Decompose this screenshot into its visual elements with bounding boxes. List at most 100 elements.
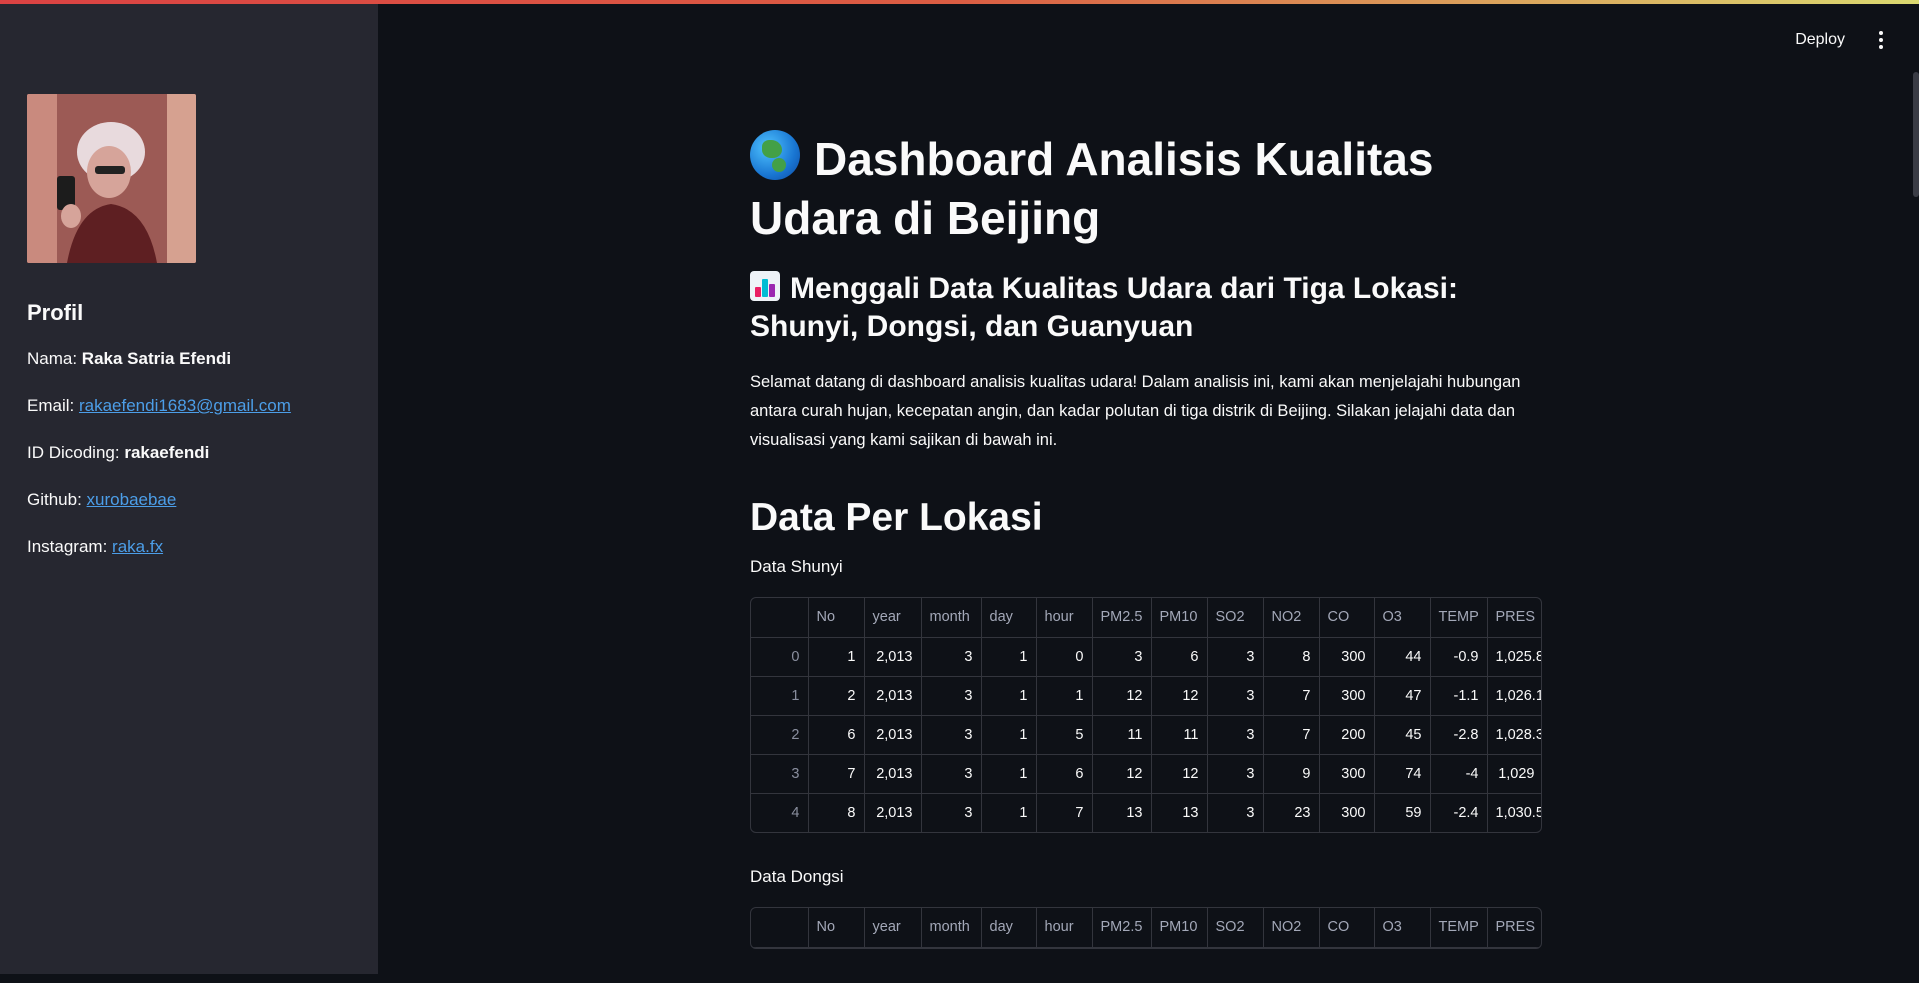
- table-cell[interactable]: 1: [1036, 676, 1093, 716]
- table-row[interactable]: 1 2 2,013 3 1 1 12 12 3 7 300 47 -1.1 1,026.1: [751, 676, 1541, 716]
- table-cell[interactable]: 12: [1092, 754, 1152, 794]
- table-cell[interactable]: 6: [1151, 637, 1208, 677]
- column-header[interactable]: day: [981, 908, 1037, 948]
- column-header[interactable]: PRES: [1487, 908, 1541, 948]
- column-header[interactable]: SO2: [1207, 598, 1264, 638]
- column-header[interactable]: O3: [1374, 908, 1431, 948]
- column-header[interactable]: month: [921, 908, 982, 948]
- table-cell[interactable]: 11: [1151, 715, 1208, 755]
- table-cell[interactable]: 3: [921, 637, 982, 677]
- table-cell[interactable]: 8: [1263, 637, 1320, 677]
- column-header[interactable]: CO: [1319, 908, 1375, 948]
- table-cell[interactable]: 23: [1263, 793, 1320, 832]
- table-cell[interactable]: 13: [1092, 793, 1152, 832]
- table-cell[interactable]: 7: [1263, 715, 1320, 755]
- column-header[interactable]: PRES: [1487, 598, 1541, 638]
- table-cell[interactable]: 1: [981, 637, 1037, 677]
- table-row[interactable]: 4 8 2,013 3 1 7 13 13 3 23 300 59 -2.4 1,030.5: [751, 793, 1541, 832]
- table-cell[interactable]: 12: [1151, 676, 1208, 716]
- table-row[interactable]: 3 7 2,013 3 1 6 12 12 3 9 300 74 -4 1,029: [751, 754, 1541, 794]
- table-cell[interactable]: 8: [808, 793, 865, 832]
- column-header[interactable]: PM10: [1151, 598, 1208, 638]
- table-cell[interactable]: 9: [1263, 754, 1320, 794]
- table-cell[interactable]: 1: [981, 793, 1037, 832]
- data-table-shunyi[interactable]: No year month day hour PM2.5 PM10 SO2 NO2 CO O3 TEM…: [750, 597, 1542, 833]
- table-cell[interactable]: 3: [1207, 637, 1264, 677]
- table-cell[interactable]: 1,025.8: [1487, 637, 1541, 677]
- column-header[interactable]: month: [921, 598, 982, 638]
- table-cell[interactable]: 74: [1374, 754, 1431, 794]
- profile-github-link[interactable]: xurobaebae: [87, 490, 177, 509]
- table-cell[interactable]: 3: [921, 676, 982, 716]
- table-cell[interactable]: 13: [1151, 793, 1208, 832]
- table-cell[interactable]: 1,026.1: [1487, 676, 1541, 716]
- table-cell[interactable]: -2.8: [1430, 715, 1488, 755]
- table-row[interactable]: 0 1 2,013 3 1 0 3 6 3 8 300 44 -0.9 1,025.8: [751, 637, 1541, 677]
- column-header[interactable]: day: [981, 598, 1037, 638]
- table-cell[interactable]: 1: [981, 715, 1037, 755]
- table-cell[interactable]: 2,013: [864, 676, 922, 716]
- column-header[interactable]: TEMP: [1430, 598, 1488, 638]
- table-cell[interactable]: 1: [981, 676, 1037, 716]
- table-cell[interactable]: -2.4: [1430, 793, 1488, 832]
- table-row[interactable]: 2 6 2,013 3 1 5 11 11 3 7 200 45 -2.8 1,028.3: [751, 715, 1541, 755]
- table-cell[interactable]: 1,029: [1487, 754, 1541, 794]
- table-cell[interactable]: 2: [808, 676, 865, 716]
- row-index[interactable]: 0: [751, 637, 809, 677]
- table-cell[interactable]: -4: [1430, 754, 1488, 794]
- table-cell[interactable]: 7: [808, 754, 865, 794]
- table-cell[interactable]: 3: [1207, 754, 1264, 794]
- table-cell[interactable]: 1,028.3: [1487, 715, 1541, 755]
- column-header[interactable]: PM2.5: [1092, 908, 1152, 948]
- table-cell[interactable]: 3: [921, 754, 982, 794]
- profile-instagram-link[interactable]: raka.fx: [112, 537, 163, 556]
- column-header[interactable]: CO: [1319, 598, 1375, 638]
- table-cell[interactable]: 12: [1092, 676, 1152, 716]
- table-cell[interactable]: 5: [1036, 715, 1093, 755]
- table-cell[interactable]: 0: [1036, 637, 1093, 677]
- table-cell[interactable]: 2,013: [864, 715, 922, 755]
- table-cell[interactable]: 3: [1207, 793, 1264, 832]
- data-table-dongsi[interactable]: No year month day hour PM2.5 PM10 SO2 NO2 CO O3 TEM…: [750, 907, 1542, 949]
- row-index[interactable]: 1: [751, 676, 809, 716]
- table-cell[interactable]: 7: [1036, 793, 1093, 832]
- table-cell[interactable]: 300: [1319, 754, 1375, 794]
- table-cell[interactable]: 300: [1319, 793, 1375, 832]
- row-index[interactable]: 2: [751, 715, 809, 755]
- deploy-button[interactable]: Deploy: [1795, 31, 1845, 49]
- column-header[interactable]: SO2: [1207, 908, 1264, 948]
- column-header[interactable]: year: [864, 908, 922, 948]
- column-header[interactable]: NO2: [1263, 908, 1320, 948]
- column-header[interactable]: [751, 598, 809, 638]
- table-cell[interactable]: 2,013: [864, 793, 922, 832]
- column-header[interactable]: O3: [1374, 598, 1431, 638]
- table-cell[interactable]: 59: [1374, 793, 1431, 832]
- table-cell[interactable]: -1.1: [1430, 676, 1488, 716]
- table-cell[interactable]: 12: [1151, 754, 1208, 794]
- table-cell[interactable]: 2,013: [864, 754, 922, 794]
- table-cell[interactable]: 1: [981, 754, 1037, 794]
- row-index[interactable]: 4: [751, 793, 809, 832]
- column-header[interactable]: TEMP: [1430, 908, 1488, 948]
- main-scrollbar[interactable]: [1913, 72, 1919, 197]
- table-cell[interactable]: 3: [1092, 637, 1152, 677]
- table-cell[interactable]: 300: [1319, 676, 1375, 716]
- table-cell[interactable]: 47: [1374, 676, 1431, 716]
- table-cell[interactable]: 6: [808, 715, 865, 755]
- table-cell[interactable]: 200: [1319, 715, 1375, 755]
- column-header[interactable]: year: [864, 598, 922, 638]
- table-cell[interactable]: 1,030.5: [1487, 793, 1541, 832]
- table-cell[interactable]: 45: [1374, 715, 1431, 755]
- table-cell[interactable]: 44: [1374, 637, 1431, 677]
- column-header[interactable]: PM2.5: [1092, 598, 1152, 638]
- column-header[interactable]: PM10: [1151, 908, 1208, 948]
- table-cell[interactable]: 3: [1207, 715, 1264, 755]
- kebab-menu-icon[interactable]: [1871, 30, 1891, 50]
- table-cell[interactable]: -0.9: [1430, 637, 1488, 677]
- table-cell[interactable]: 7: [1263, 676, 1320, 716]
- table-cell[interactable]: 1: [808, 637, 865, 677]
- table-cell[interactable]: 3: [1207, 676, 1264, 716]
- table-cell[interactable]: 300: [1319, 637, 1375, 677]
- profile-email-link[interactable]: rakaefendi1683@gmail.com: [79, 396, 291, 415]
- column-header[interactable]: No: [808, 598, 865, 638]
